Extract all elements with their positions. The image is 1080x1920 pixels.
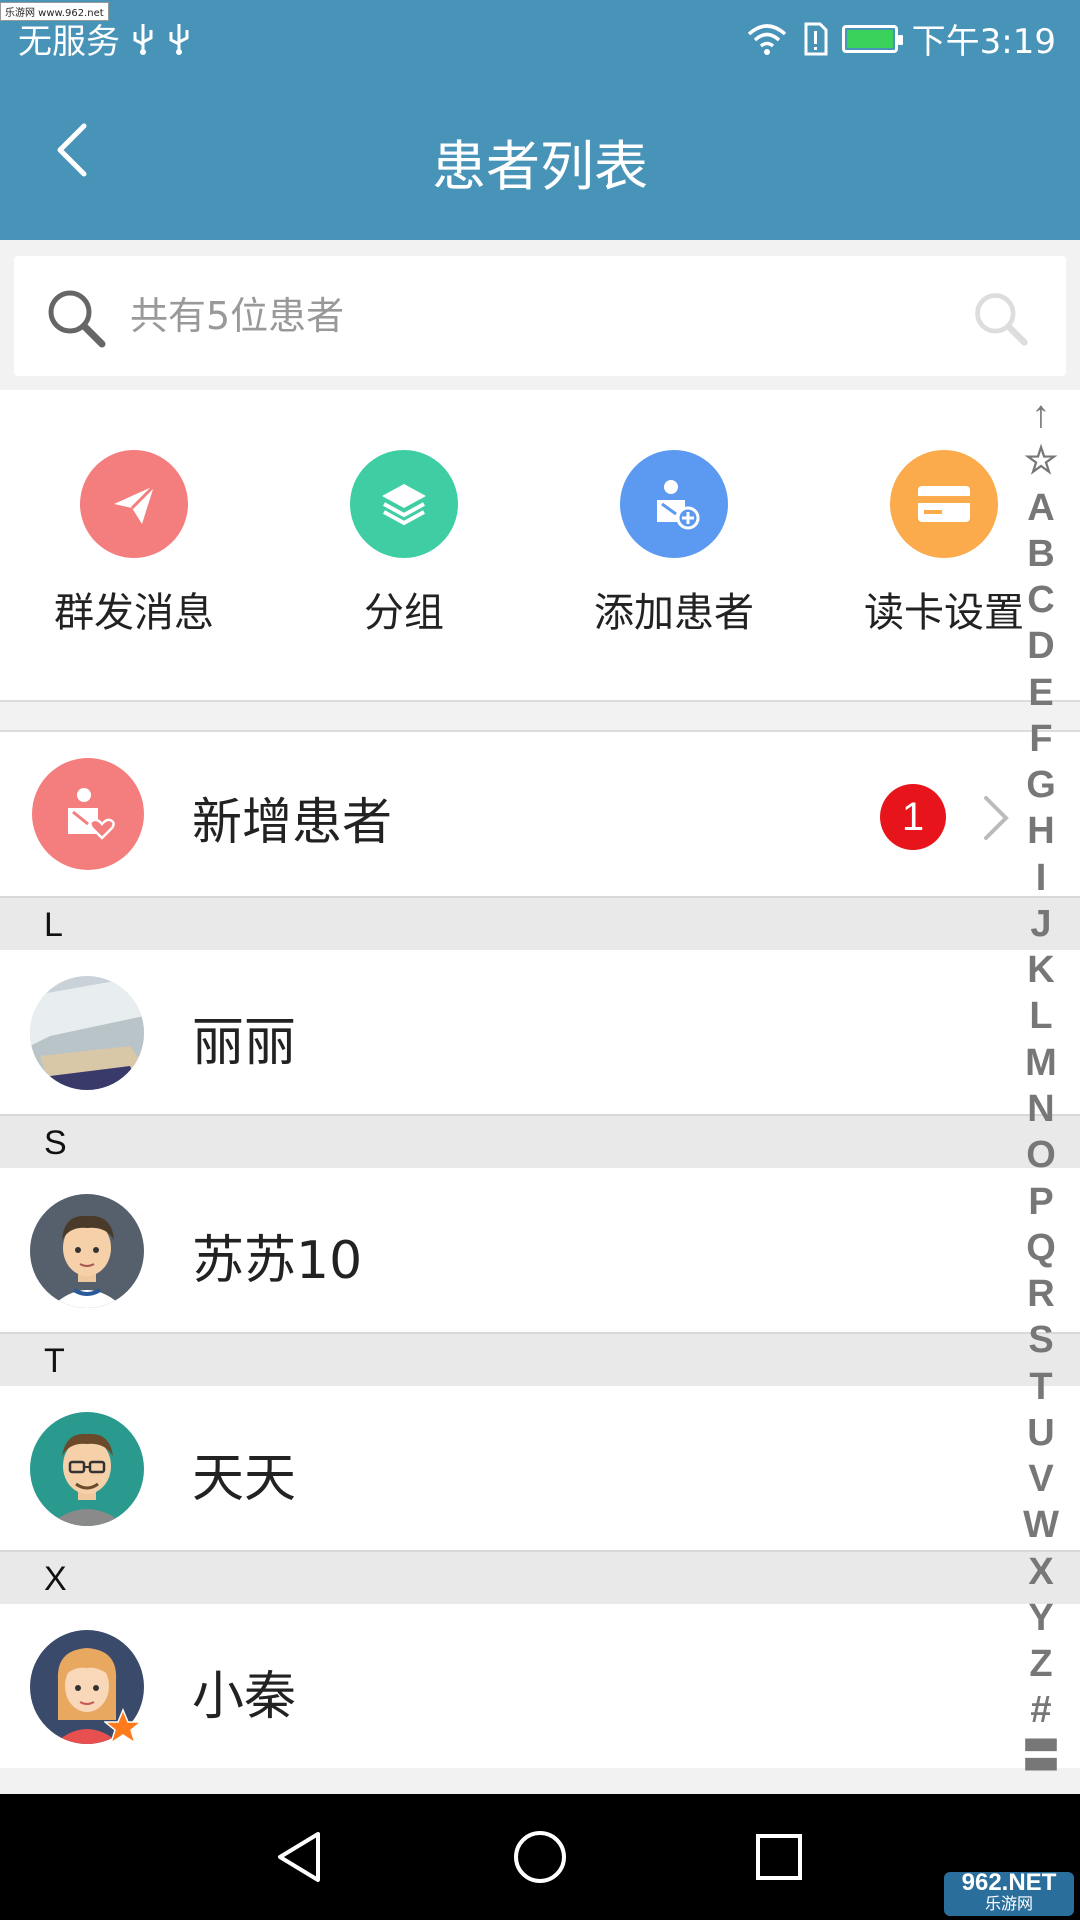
index-letter[interactable]: J: [1030, 905, 1051, 943]
index-letter[interactable]: W: [1023, 1506, 1059, 1544]
index-letter[interactable]: T: [1029, 1368, 1052, 1406]
page-title: 患者列表: [432, 135, 648, 198]
index-letter[interactable]: 〓: [1022, 1738, 1060, 1776]
usb-icon: [169, 23, 189, 55]
clock-text: 下午3:19: [911, 22, 1056, 62]
index-letter[interactable]: K: [1027, 951, 1054, 989]
index-letter[interactable]: D: [1027, 627, 1054, 665]
index-letter[interactable]: Q: [1026, 1229, 1056, 1267]
index-letter[interactable]: S: [1028, 1321, 1053, 1359]
quick-actions: 群发消息 分组 添加患者 读卡设置: [0, 390, 1080, 700]
star-icon: [104, 1708, 142, 1745]
index-letter[interactable]: I: [1036, 859, 1047, 897]
add-patient-icon: [620, 450, 728, 558]
wifi-icon: [747, 23, 786, 55]
index-letter[interactable]: M: [1025, 1044, 1057, 1082]
index-letter[interactable]: X: [1028, 1553, 1053, 1591]
layers-icon: [350, 450, 458, 558]
sim-alert-icon: [804, 22, 828, 55]
search-area: [0, 240, 1080, 390]
index-letter[interactable]: N: [1027, 1090, 1054, 1128]
search-button-icon[interactable]: [970, 288, 1030, 348]
patient-name: 天天: [192, 1449, 297, 1509]
patient-name: 小秦: [192, 1667, 297, 1727]
alphabet-index[interactable]: ↑ ☆ A B C D E F G H I J K L M N O P Q R S T U V W X Y Z # 〓: [1016, 396, 1066, 1776]
index-letter[interactable]: #: [1030, 1691, 1051, 1729]
patient-row[interactable]: 苏苏10: [0, 1168, 1080, 1332]
chevron-right-icon: [984, 796, 1009, 840]
triangle-back-icon[interactable]: [268, 1824, 334, 1890]
patient-row[interactable]: 小秦: [0, 1604, 1080, 1768]
section-header-l: L: [0, 896, 1080, 950]
quick-action-label: 分组: [364, 590, 444, 636]
index-letter[interactable]: P: [1028, 1183, 1053, 1221]
quick-action-label: 群发消息: [54, 590, 214, 636]
search-input[interactable]: [130, 286, 930, 346]
paper-plane-icon: [80, 450, 188, 558]
index-letter[interactable]: B: [1027, 535, 1054, 573]
new-patients-row[interactable]: 新增患者 1: [0, 732, 1080, 896]
patient-name: 苏苏10: [192, 1231, 363, 1291]
square-recents-icon[interactable]: [746, 1824, 812, 1890]
section-header-t: T: [0, 1332, 1080, 1386]
quick-action-add-patient[interactable]: 添加患者: [574, 450, 774, 638]
watermark-logo: 962.NET 乐游网: [944, 1869, 1074, 1916]
section-divider: [0, 700, 1080, 732]
new-patients-label: 新增患者: [192, 793, 392, 851]
index-letter[interactable]: C: [1027, 581, 1054, 619]
index-letter[interactable]: Z: [1029, 1645, 1052, 1683]
index-letter[interactable]: H: [1027, 812, 1054, 850]
system-nav-bar: 962.NET 乐游网: [0, 1794, 1080, 1920]
new-patient-icon: [32, 758, 144, 870]
patient-row[interactable]: 丽丽: [0, 950, 1080, 1114]
title-bar: 患者列表: [0, 72, 1080, 240]
index-letter[interactable]: A: [1027, 489, 1054, 527]
index-letter[interactable]: O: [1026, 1136, 1056, 1174]
quick-action-label: 添加患者: [594, 590, 754, 636]
index-letter[interactable]: G: [1026, 766, 1056, 804]
quick-action-card-settings[interactable]: 读卡设置: [844, 450, 1044, 638]
index-letter[interactable]: Y: [1028, 1599, 1053, 1637]
battery-charging-icon: [841, 24, 903, 53]
index-letter[interactable]: V: [1028, 1460, 1053, 1498]
usb-icon: [133, 23, 153, 55]
patient-name: 丽丽: [192, 1013, 297, 1073]
status-left: 无服务: [18, 14, 192, 63]
index-letter[interactable]: ☆: [1024, 442, 1058, 480]
watermark-line1: 962.NET: [961, 1869, 1057, 1896]
index-letter[interactable]: ↑: [1032, 396, 1051, 434]
index-letter[interactable]: E: [1028, 674, 1053, 712]
index-letter[interactable]: R: [1027, 1275, 1054, 1313]
status-right: 下午3:19: [746, 14, 1056, 63]
section-header-s: S: [0, 1114, 1080, 1168]
section-header-x: X: [0, 1550, 1080, 1604]
search-box[interactable]: [14, 256, 1066, 376]
man-glasses-avatar: [30, 1412, 144, 1526]
index-letter[interactable]: F: [1029, 720, 1052, 758]
circle-home-icon[interactable]: [507, 1824, 573, 1890]
patient-row[interactable]: 天天: [0, 1386, 1080, 1550]
index-letter[interactable]: U: [1027, 1414, 1054, 1452]
quick-action-broadcast[interactable]: 群发消息: [34, 450, 234, 638]
photo-avatar: [30, 976, 144, 1090]
search-icon: [48, 290, 106, 348]
man-avatar: [30, 1194, 144, 1308]
quick-action-group[interactable]: 分组: [304, 450, 504, 638]
status-bar: 乐游网 www.962.net 无服务 下午3:19: [0, 0, 1080, 72]
carrier-text: 无服务: [18, 22, 120, 62]
index-letter[interactable]: L: [1029, 997, 1052, 1035]
card-icon: [890, 450, 998, 558]
watermark-line2: 乐游网: [984, 1896, 1033, 1913]
quick-action-label: 读卡设置: [864, 590, 1024, 636]
notification-badge: 1: [880, 784, 946, 850]
